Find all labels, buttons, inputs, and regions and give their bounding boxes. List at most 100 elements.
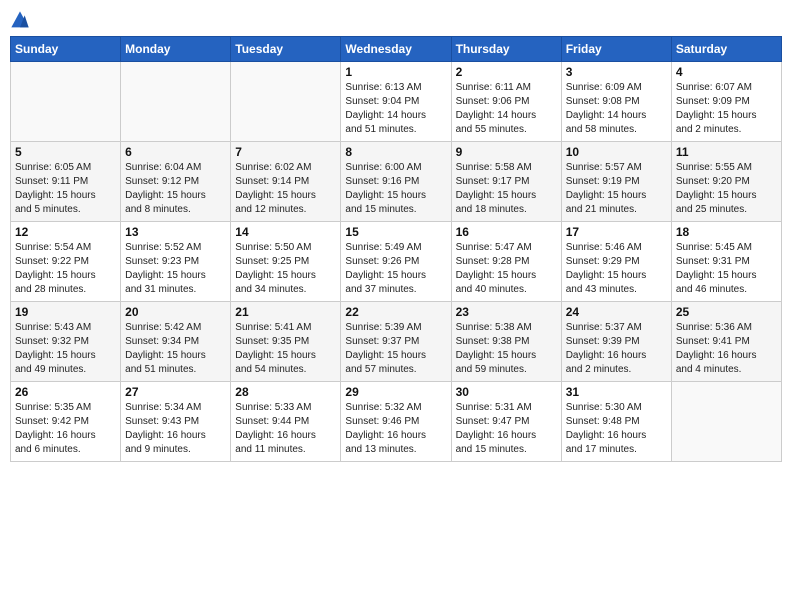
day-info: Sunrise: 6:07 AM Sunset: 9:09 PM Dayligh… xyxy=(676,81,777,137)
day-info: Sunrise: 5:33 AM Sunset: 9:44 PM Dayligh… xyxy=(235,401,336,457)
calendar-cell xyxy=(671,382,781,462)
calendar-cell: 30 Sunrise: 5:31 AM Sunset: 9:47 PM Dayli… xyxy=(451,382,561,462)
calendar-cell xyxy=(231,62,341,142)
day-info: Sunrise: 5:58 AM Sunset: 9:17 PM Dayligh… xyxy=(456,161,557,217)
calendar-cell: 6 Sunrise: 6:04 AM Sunset: 9:12 PM Daylig… xyxy=(121,142,231,222)
day-info: Sunrise: 5:47 AM Sunset: 9:28 PM Dayligh… xyxy=(456,241,557,297)
day-number: 17 xyxy=(566,225,667,239)
day-number: 31 xyxy=(566,385,667,399)
day-number: 20 xyxy=(125,305,226,319)
day-number: 3 xyxy=(566,65,667,79)
calendar-cell: 2 Sunrise: 6:11 AM Sunset: 9:06 PM Daylig… xyxy=(451,62,561,142)
calendar-cell: 9Sunrise: 5:58 AM Sunset: 9:17 PM Daylig… xyxy=(451,142,561,222)
day-number: 8 xyxy=(345,145,446,159)
calendar-cell: 16Sunrise: 5:47 AM Sunset: 9:28 PM Dayli… xyxy=(451,222,561,302)
day-info: Sunrise: 5:52 AM Sunset: 9:23 PM Dayligh… xyxy=(125,241,226,297)
day-number: 30 xyxy=(456,385,557,399)
day-number: 6 xyxy=(125,145,226,159)
day-number: 22 xyxy=(345,305,446,319)
calendar-cell: 4 Sunrise: 6:07 AM Sunset: 9:09 PM Daylig… xyxy=(671,62,781,142)
page-header xyxy=(10,10,782,30)
day-info: Sunrise: 5:50 AM Sunset: 9:25 PM Dayligh… xyxy=(235,241,336,297)
day-number: 5 xyxy=(15,145,116,159)
day-info: Sunrise: 5:39 AM Sunset: 9:37 PM Dayligh… xyxy=(345,321,446,377)
calendar-cell: 7Sunrise: 6:02 AM Sunset: 9:14 PM Daylig… xyxy=(231,142,341,222)
day-info: Sunrise: 6:00 AM Sunset: 9:16 PM Dayligh… xyxy=(345,161,446,217)
weekday-header-row: SundayMondayTuesdayWednesdayThursdayFrid… xyxy=(11,37,782,62)
day-info: Sunrise: 6:11 AM Sunset: 9:06 PM Dayligh… xyxy=(456,81,557,137)
day-number: 23 xyxy=(456,305,557,319)
calendar-cell: 13 Sunrise: 5:52 AM Sunset: 9:23 PM Dayli… xyxy=(121,222,231,302)
calendar-cell xyxy=(121,62,231,142)
weekday-header: Thursday xyxy=(451,37,561,62)
day-number: 1 xyxy=(345,65,446,79)
calendar-cell: 24Sunrise: 5:37 AM Sunset: 9:39 PM Dayli… xyxy=(561,302,671,382)
day-info: Sunrise: 6:04 AM Sunset: 9:12 PM Dayligh… xyxy=(125,161,226,217)
calendar-cell: 22 Sunrise: 5:39 AM Sunset: 9:37 PM Dayli… xyxy=(341,302,451,382)
day-number: 10 xyxy=(566,145,667,159)
calendar-cell: 20 Sunrise: 5:42 AM Sunset: 9:34 PM Dayli… xyxy=(121,302,231,382)
calendar-cell: 3 Sunrise: 6:09 AM Sunset: 9:08 PM Daylig… xyxy=(561,62,671,142)
day-info: Sunrise: 5:57 AM Sunset: 9:19 PM Dayligh… xyxy=(566,161,667,217)
day-info: Sunrise: 5:42 AM Sunset: 9:34 PM Dayligh… xyxy=(125,321,226,377)
day-number: 28 xyxy=(235,385,336,399)
calendar-week-row: 12 Sunrise: 5:54 AM Sunset: 9:22 PM Dayli… xyxy=(11,222,782,302)
calendar-cell: 27Sunrise: 5:34 AM Sunset: 9:43 PM Dayli… xyxy=(121,382,231,462)
weekday-header: Tuesday xyxy=(231,37,341,62)
weekday-header: Friday xyxy=(561,37,671,62)
day-number: 2 xyxy=(456,65,557,79)
day-info: Sunrise: 5:43 AM Sunset: 9:32 PM Dayligh… xyxy=(15,321,116,377)
calendar-table: SundayMondayTuesdayWednesdayThursdayFrid… xyxy=(10,36,782,462)
calendar-cell: 19 Sunrise: 5:43 AM Sunset: 9:32 PM Dayli… xyxy=(11,302,121,382)
calendar-cell: 12 Sunrise: 5:54 AM Sunset: 9:22 PM Dayli… xyxy=(11,222,121,302)
day-number: 7 xyxy=(235,145,336,159)
calendar-cell: 8 Sunrise: 6:00 AM Sunset: 9:16 PM Daylig… xyxy=(341,142,451,222)
calendar-cell: 31Sunrise: 5:30 AM Sunset: 9:48 PM Dayli… xyxy=(561,382,671,462)
day-number: 19 xyxy=(15,305,116,319)
day-info: Sunrise: 5:45 AM Sunset: 9:31 PM Dayligh… xyxy=(676,241,777,297)
day-info: Sunrise: 5:35 AM Sunset: 9:42 PM Dayligh… xyxy=(15,401,116,457)
calendar-cell: 28 Sunrise: 5:33 AM Sunset: 9:44 PM Dayli… xyxy=(231,382,341,462)
calendar-cell: 18 Sunrise: 5:45 AM Sunset: 9:31 PM Dayli… xyxy=(671,222,781,302)
day-info: Sunrise: 5:38 AM Sunset: 9:38 PM Dayligh… xyxy=(456,321,557,377)
calendar-week-row: 19 Sunrise: 5:43 AM Sunset: 9:32 PM Dayli… xyxy=(11,302,782,382)
weekday-header: Monday xyxy=(121,37,231,62)
day-number: 4 xyxy=(676,65,777,79)
calendar-cell: 10 Sunrise: 5:57 AM Sunset: 9:19 PM Dayli… xyxy=(561,142,671,222)
calendar-cell: 23 Sunrise: 5:38 AM Sunset: 9:38 PM Dayli… xyxy=(451,302,561,382)
day-number: 14 xyxy=(235,225,336,239)
day-number: 26 xyxy=(15,385,116,399)
calendar-week-row: 26 Sunrise: 5:35 AM Sunset: 9:42 PM Dayli… xyxy=(11,382,782,462)
day-info: Sunrise: 6:13 AM Sunset: 9:04 PM Dayligh… xyxy=(345,81,446,137)
calendar-cell: 17 Sunrise: 5:46 AM Sunset: 9:29 PM Dayli… xyxy=(561,222,671,302)
day-number: 18 xyxy=(676,225,777,239)
calendar-cell: 21Sunrise: 5:41 AM Sunset: 9:35 PM Dayli… xyxy=(231,302,341,382)
day-info: Sunrise: 5:46 AM Sunset: 9:29 PM Dayligh… xyxy=(566,241,667,297)
day-number: 29 xyxy=(345,385,446,399)
day-number: 11 xyxy=(676,145,777,159)
weekday-header: Saturday xyxy=(671,37,781,62)
day-number: 15 xyxy=(345,225,446,239)
day-info: Sunrise: 5:37 AM Sunset: 9:39 PM Dayligh… xyxy=(566,321,667,377)
day-info: Sunrise: 5:41 AM Sunset: 9:35 PM Dayligh… xyxy=(235,321,336,377)
day-number: 13 xyxy=(125,225,226,239)
day-info: Sunrise: 5:55 AM Sunset: 9:20 PM Dayligh… xyxy=(676,161,777,217)
calendar-week-row: 5Sunrise: 6:05 AM Sunset: 9:11 PM Daylig… xyxy=(11,142,782,222)
calendar-cell: 5Sunrise: 6:05 AM Sunset: 9:11 PM Daylig… xyxy=(11,142,121,222)
logo xyxy=(10,10,32,30)
day-info: Sunrise: 5:31 AM Sunset: 9:47 PM Dayligh… xyxy=(456,401,557,457)
calendar-cell: 25 Sunrise: 5:36 AM Sunset: 9:41 PM Dayli… xyxy=(671,302,781,382)
day-info: Sunrise: 5:34 AM Sunset: 9:43 PM Dayligh… xyxy=(125,401,226,457)
day-info: Sunrise: 5:36 AM Sunset: 9:41 PM Dayligh… xyxy=(676,321,777,377)
day-number: 12 xyxy=(15,225,116,239)
weekday-header: Wednesday xyxy=(341,37,451,62)
logo-icon xyxy=(10,10,30,30)
day-number: 25 xyxy=(676,305,777,319)
calendar-cell: 26 Sunrise: 5:35 AM Sunset: 9:42 PM Dayli… xyxy=(11,382,121,462)
day-info: Sunrise: 5:54 AM Sunset: 9:22 PM Dayligh… xyxy=(15,241,116,297)
calendar-cell: 11 Sunrise: 5:55 AM Sunset: 9:20 PM Dayli… xyxy=(671,142,781,222)
day-info: Sunrise: 6:09 AM Sunset: 9:08 PM Dayligh… xyxy=(566,81,667,137)
day-info: Sunrise: 5:32 AM Sunset: 9:46 PM Dayligh… xyxy=(345,401,446,457)
weekday-header: Sunday xyxy=(11,37,121,62)
calendar-cell: 14 Sunrise: 5:50 AM Sunset: 9:25 PM Dayli… xyxy=(231,222,341,302)
